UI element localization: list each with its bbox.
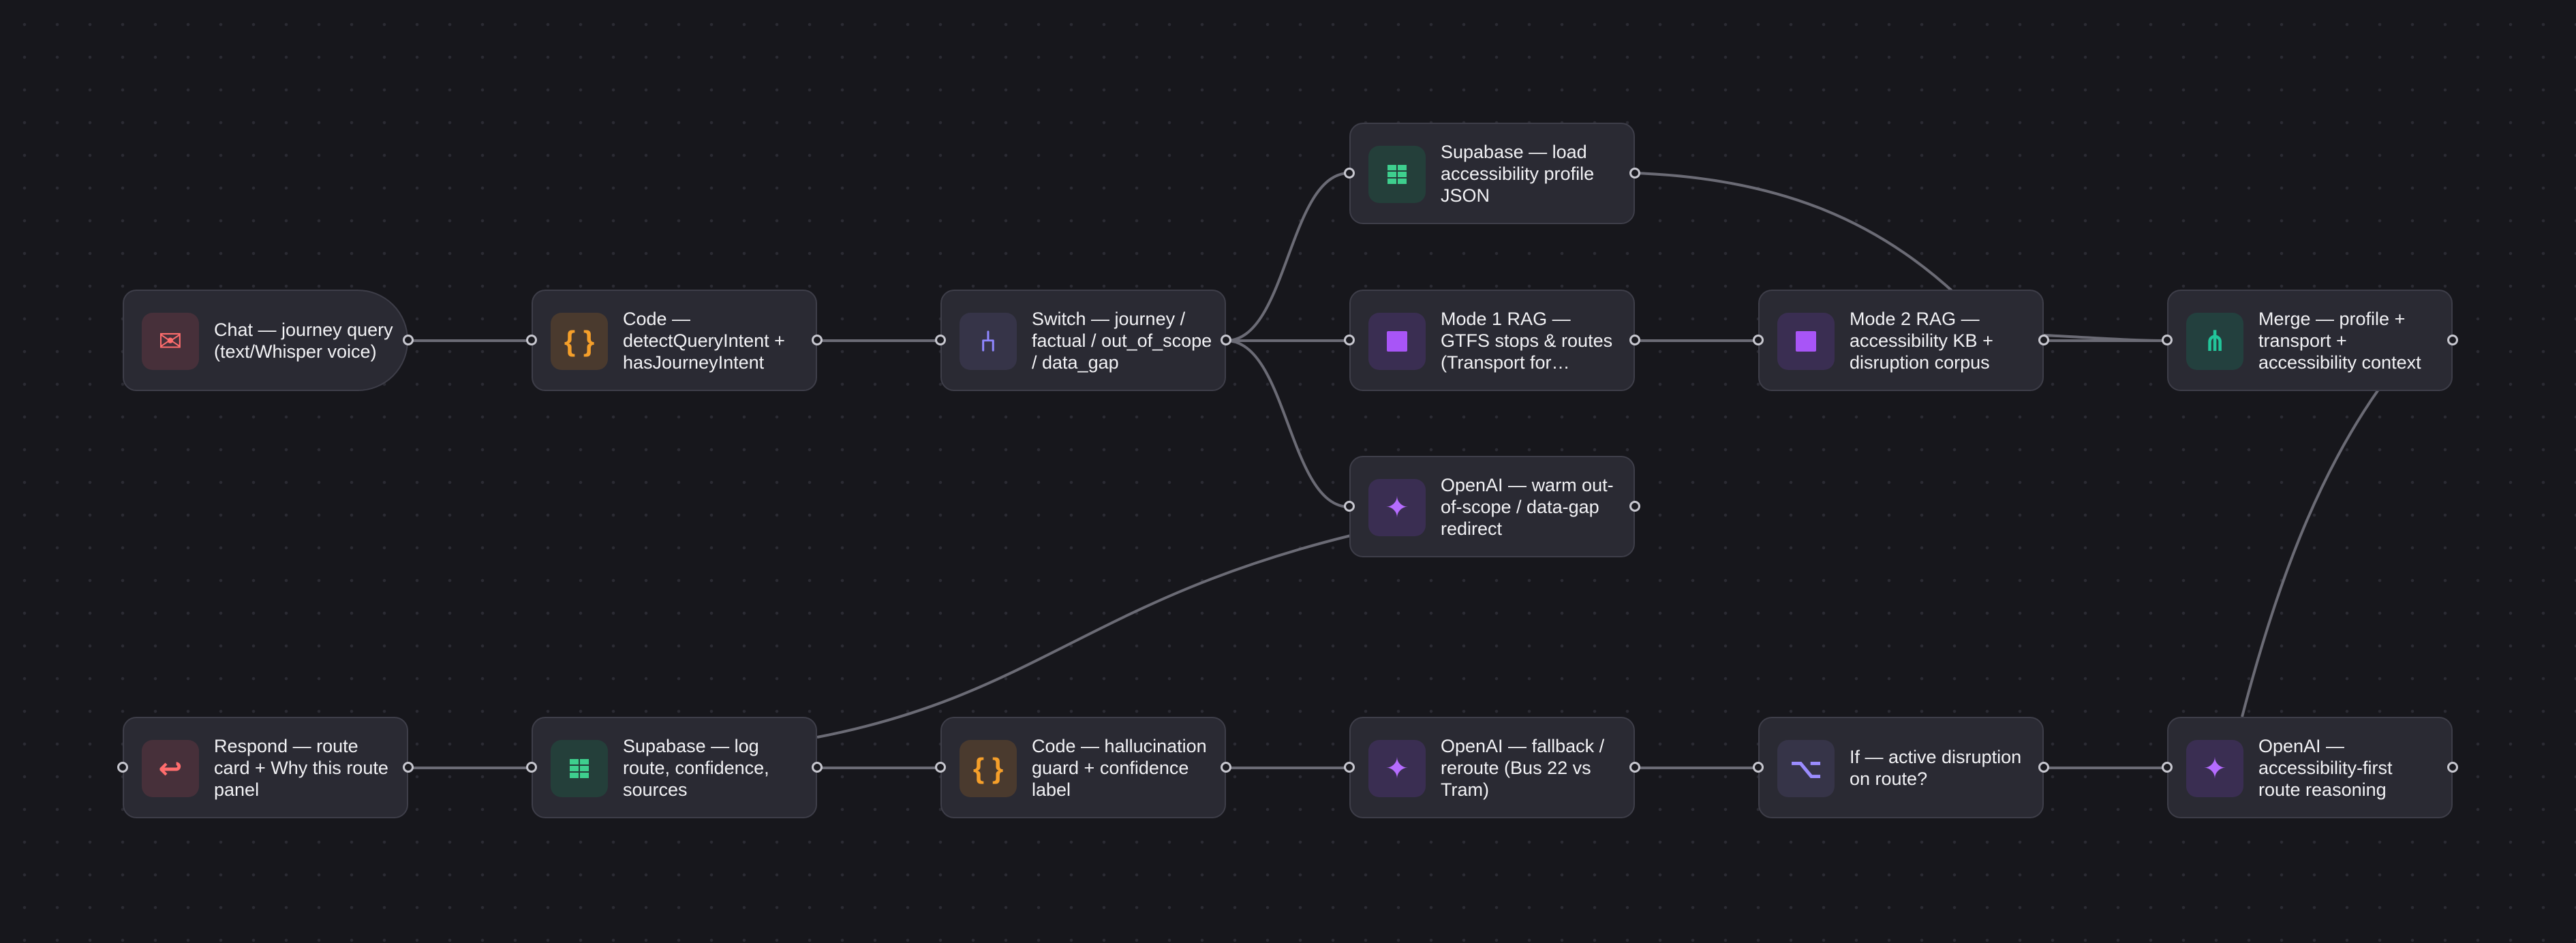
node-label: Supabase — load accessibility profile JS… [1441, 141, 1595, 206]
rag-icon [1368, 313, 1426, 370]
merge-icon: ⋔ [2186, 313, 2243, 370]
node-code-intent[interactable]: { } Code — detectQueryIntent + hasJourne… [526, 290, 823, 391]
input-port[interactable] [1344, 501, 1355, 512]
edge-merge-to-reasoning [2241, 388, 2380, 717]
input-port[interactable] [935, 762, 946, 773]
input-port[interactable] [2162, 335, 2173, 345]
edge-redirect-to-supabase-log [816, 534, 1351, 739]
return-arrow-icon: ↩ [142, 740, 199, 797]
output-port[interactable] [1629, 168, 1640, 179]
output-port[interactable] [1629, 501, 1640, 512]
node-label: OpenAI — fallback / reroute (Bus 22 vs T… [1441, 735, 1605, 800]
node-supabase-profile[interactable]: Supabase — load accessibility profile JS… [1344, 123, 1640, 224]
node-mode1-rag[interactable]: Mode 1 RAG — GTFS stops & routes (Transp… [1344, 290, 1640, 391]
envelope-icon: ✉ [142, 313, 199, 370]
node-respond[interactable]: ↩ Respond — route card + Why this route … [117, 717, 414, 818]
node-openai-reasoning[interactable]: ✦ OpenAI — accessibility-first route rea… [2162, 717, 2458, 818]
node-label: Mode 1 RAG — GTFS stops & routes (Transp… [1441, 308, 1613, 373]
input-port[interactable] [1344, 762, 1355, 773]
input-port[interactable] [1753, 762, 1764, 773]
output-port[interactable] [1221, 335, 1231, 345]
output-port[interactable] [403, 762, 414, 773]
sparkle-icon: ✦ [1368, 740, 1426, 797]
supabase-icon [551, 740, 608, 797]
workflow-canvas[interactable]: ✉ Chat — journey query (text/Whisper voi… [0, 0, 2576, 943]
node-mode2-rag[interactable]: Mode 2 RAG — accessibility KB + disrupti… [1753, 290, 2049, 391]
input-port[interactable] [1753, 335, 1764, 345]
edge-switch-to-supabase-profile [1225, 172, 1350, 342]
input-port[interactable] [2162, 762, 2173, 773]
input-port[interactable] [526, 335, 537, 345]
node-if-disruption[interactable]: ⌥ If — active disruption on route? [1753, 717, 2049, 818]
output-port[interactable] [1629, 762, 1640, 773]
node-openai-redirect[interactable]: ✦ OpenAI — warm out-of-scope / data-gap … [1344, 456, 1640, 557]
input-port[interactable] [117, 762, 128, 773]
input-port[interactable] [1344, 335, 1355, 345]
node-label: Code — hallucination guard + confidence … [1032, 735, 1207, 800]
input-port[interactable] [935, 335, 946, 345]
node-label: Chat — journey query (text/Whisper voice… [214, 319, 393, 362]
output-port[interactable] [1221, 762, 1231, 773]
sparkle-icon: ✦ [1368, 479, 1426, 536]
node-label: Merge — profile + transport + accessibil… [2258, 308, 2421, 373]
output-port[interactable] [1629, 335, 1640, 345]
output-port[interactable] [2447, 762, 2458, 773]
braces-icon: { } [960, 740, 1017, 797]
node-merge[interactable]: ⋔ Merge — profile + transport + accessib… [2162, 290, 2458, 391]
input-port[interactable] [1344, 168, 1355, 179]
output-port[interactable] [2038, 762, 2049, 773]
if-branch-icon: ⌥ [1777, 740, 1835, 797]
braces-icon: { } [551, 313, 608, 370]
node-label: Switch — journey / factual / out_of_scop… [1032, 308, 1212, 373]
output-port[interactable] [2038, 335, 2049, 345]
node-label: OpenAI — warm out-of-scope / data-gap re… [1441, 474, 1614, 539]
sparkle-icon: ✦ [2186, 740, 2243, 797]
node-switch[interactable]: ⑃ Switch — journey / factual / out_of_sc… [935, 290, 1231, 391]
output-port[interactable] [2447, 335, 2458, 345]
node-label: If — active disruption on route? [1850, 746, 2022, 789]
node-label: Respond — route card + Why this route pa… [214, 735, 388, 800]
node-openai-fallback[interactable]: ✦ OpenAI — fallback / reroute (Bus 22 vs… [1344, 717, 1640, 818]
rag-icon [1777, 313, 1835, 370]
node-label: Mode 2 RAG — accessibility KB + disrupti… [1850, 308, 1993, 373]
output-port[interactable] [812, 335, 823, 345]
edge-switch-to-redirect [1225, 339, 1350, 508]
node-label: Code — detectQueryIntent + hasJourneyInt… [623, 308, 785, 373]
output-port[interactable] [812, 762, 823, 773]
supabase-icon [1368, 146, 1426, 203]
node-code-guard[interactable]: { } Code — hallucination guard + confide… [935, 717, 1231, 818]
input-port[interactable] [526, 762, 537, 773]
edge-supabase-profile-to-merge [1634, 172, 1957, 296]
switch-icon: ⑃ [960, 313, 1017, 370]
output-port[interactable] [403, 335, 414, 345]
node-label: Supabase — log route, confidence, source… [623, 735, 769, 800]
node-supabase-log[interactable]: Supabase — log route, confidence, source… [526, 717, 823, 818]
node-chat-trigger[interactable]: ✉ Chat — journey query (text/Whisper voi… [123, 290, 414, 391]
node-label: OpenAI — accessibility-first route reaso… [2258, 735, 2393, 800]
